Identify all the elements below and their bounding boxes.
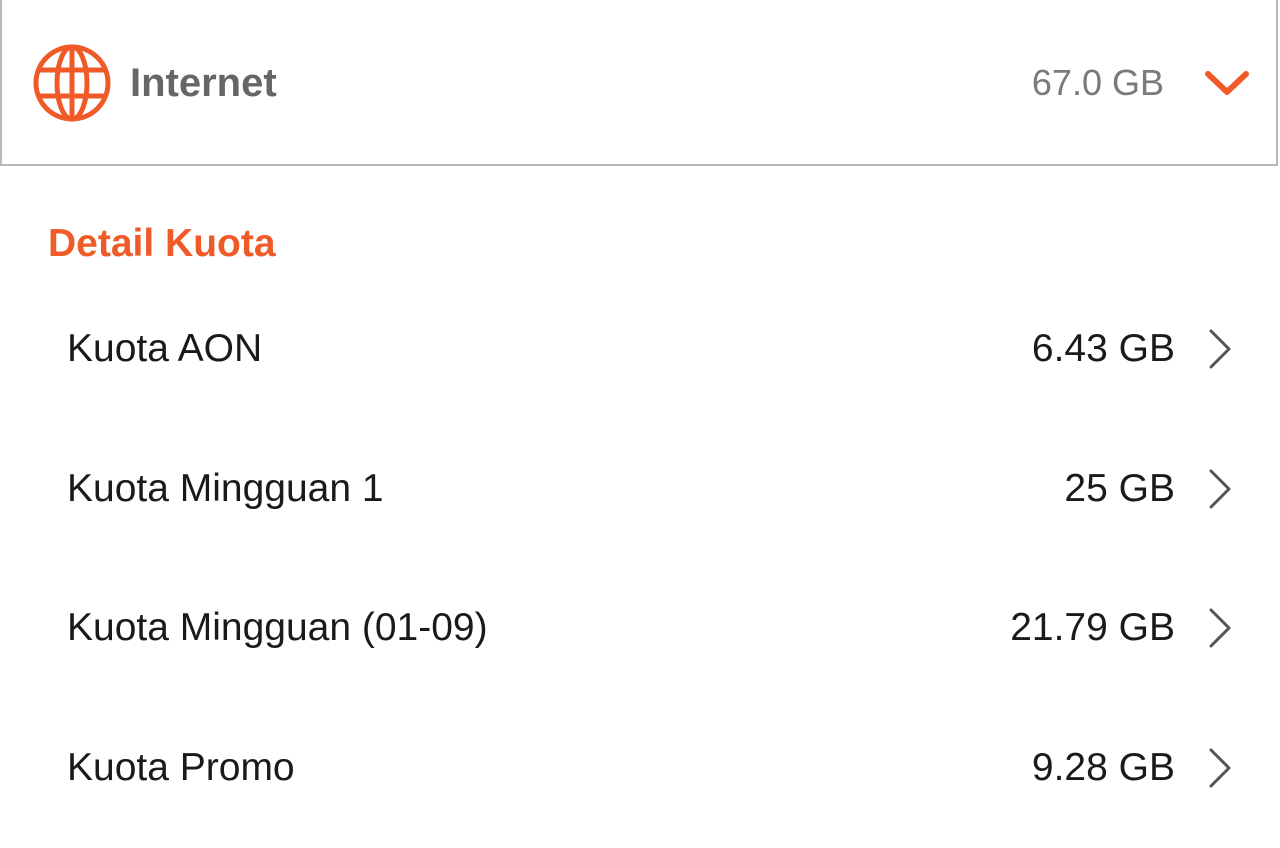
internet-quota-header[interactable]: Internet 67.0 GB [0, 0, 1278, 166]
chevron-right-icon [1209, 469, 1231, 509]
quota-item-promo[interactable]: Kuota Promo 9.28 GB [0, 713, 1280, 823]
quota-item-mingguan-1[interactable]: Kuota Mingguan 1 25 GB [0, 434, 1280, 544]
quota-item-value: 6.43 GB [1031, 327, 1175, 370]
header-title: Internet [130, 61, 277, 105]
quota-item-mingguan-01-09[interactable]: Kuota Mingguan (01-09) 21.79 GB [0, 573, 1280, 683]
header-total-quota: 67.0 GB [1031, 62, 1164, 103]
quota-item-value: 25 GB [1064, 467, 1175, 510]
section-title: Detail Kuota [48, 222, 276, 265]
chevron-right-icon [1209, 748, 1231, 788]
quota-item-label: Kuota AON [67, 327, 263, 370]
chevron-right-icon [1209, 608, 1231, 648]
quota-item-aon[interactable]: Kuota AON 6.43 GB [0, 294, 1280, 404]
quota-item-label: Kuota Mingguan 1 [67, 467, 384, 510]
quota-item-label: Kuota Mingguan (01-09) [67, 606, 488, 649]
quota-item-label: Kuota Promo [67, 746, 295, 789]
chevron-right-icon [1209, 329, 1231, 369]
quota-item-value: 21.79 GB [1010, 606, 1175, 649]
globe-icon [33, 44, 111, 122]
quota-item-value: 9.28 GB [1031, 746, 1175, 789]
chevron-down-icon[interactable] [1202, 68, 1252, 98]
